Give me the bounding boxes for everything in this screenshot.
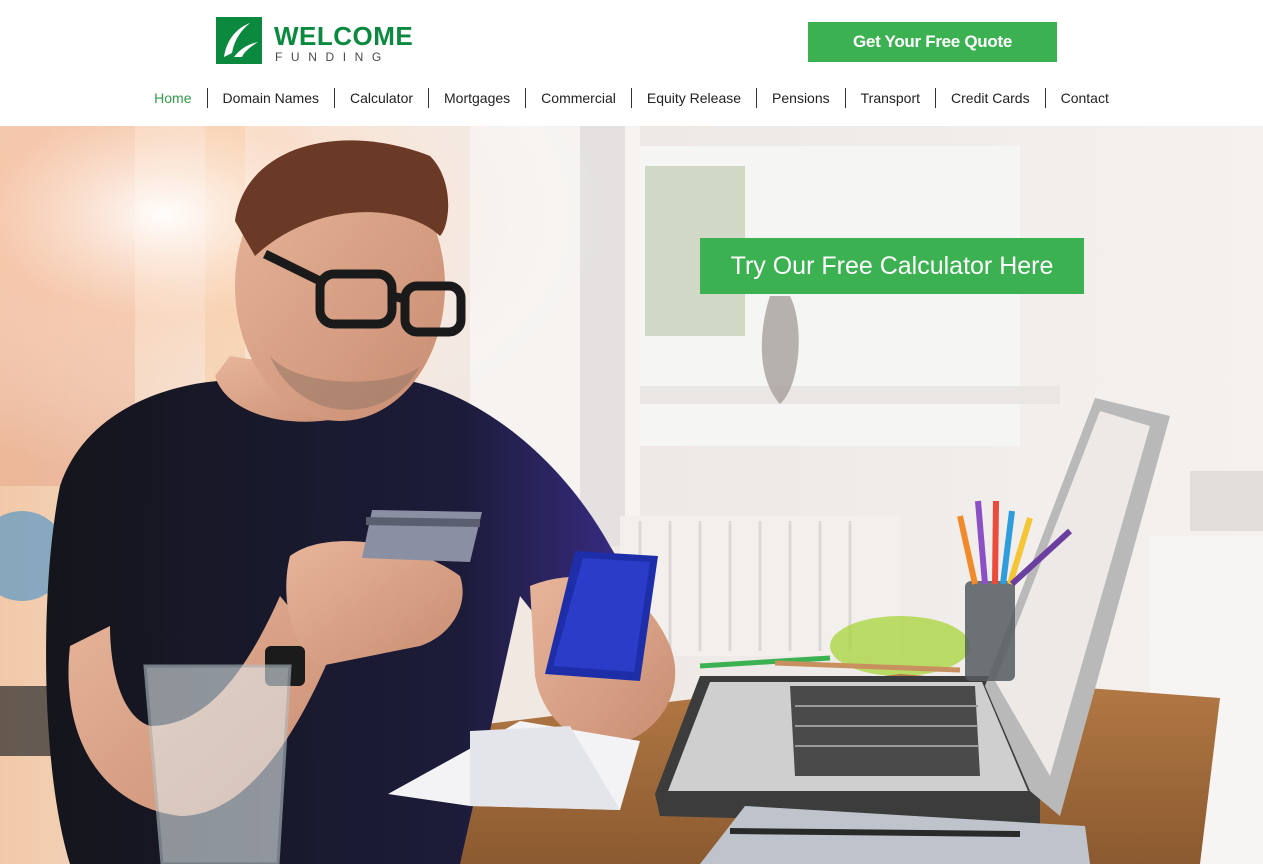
nav-item-mortgages[interactable]: Mortgages	[429, 88, 525, 108]
nav-item-equity-release[interactable]: Equity Release	[632, 88, 756, 108]
nav-item-contact[interactable]: Contact	[1046, 88, 1124, 108]
nav-item-commercial[interactable]: Commercial	[526, 88, 631, 108]
brand-name: WELCOME	[274, 21, 414, 51]
nav-item-transport[interactable]: Transport	[846, 88, 935, 108]
hero-photo	[0, 126, 1263, 864]
nav-item-calculator[interactable]: Calculator	[335, 88, 428, 108]
site-header: WELCOME FUNDING Get Your Free Quote Home…	[0, 0, 1263, 126]
brand-tagline: FUNDING	[275, 50, 390, 64]
nav-item-pensions[interactable]: Pensions	[757, 88, 845, 108]
nav-item-credit-cards[interactable]: Credit Cards	[936, 88, 1045, 108]
hero-banner: Try Our Free Calculator Here	[0, 126, 1263, 864]
nav-item-home[interactable]: Home	[139, 88, 206, 108]
main-nav: Home Domain Names Calculator Mortgages C…	[0, 86, 1263, 110]
get-free-quote-button[interactable]: Get Your Free Quote	[808, 22, 1057, 62]
try-free-calculator-button[interactable]: Try Our Free Calculator Here	[700, 238, 1084, 294]
logo-leaf-icon	[216, 17, 262, 64]
welcome-funding-logo[interactable]: WELCOME FUNDING	[216, 17, 416, 65]
nav-item-domain-names[interactable]: Domain Names	[208, 88, 334, 108]
